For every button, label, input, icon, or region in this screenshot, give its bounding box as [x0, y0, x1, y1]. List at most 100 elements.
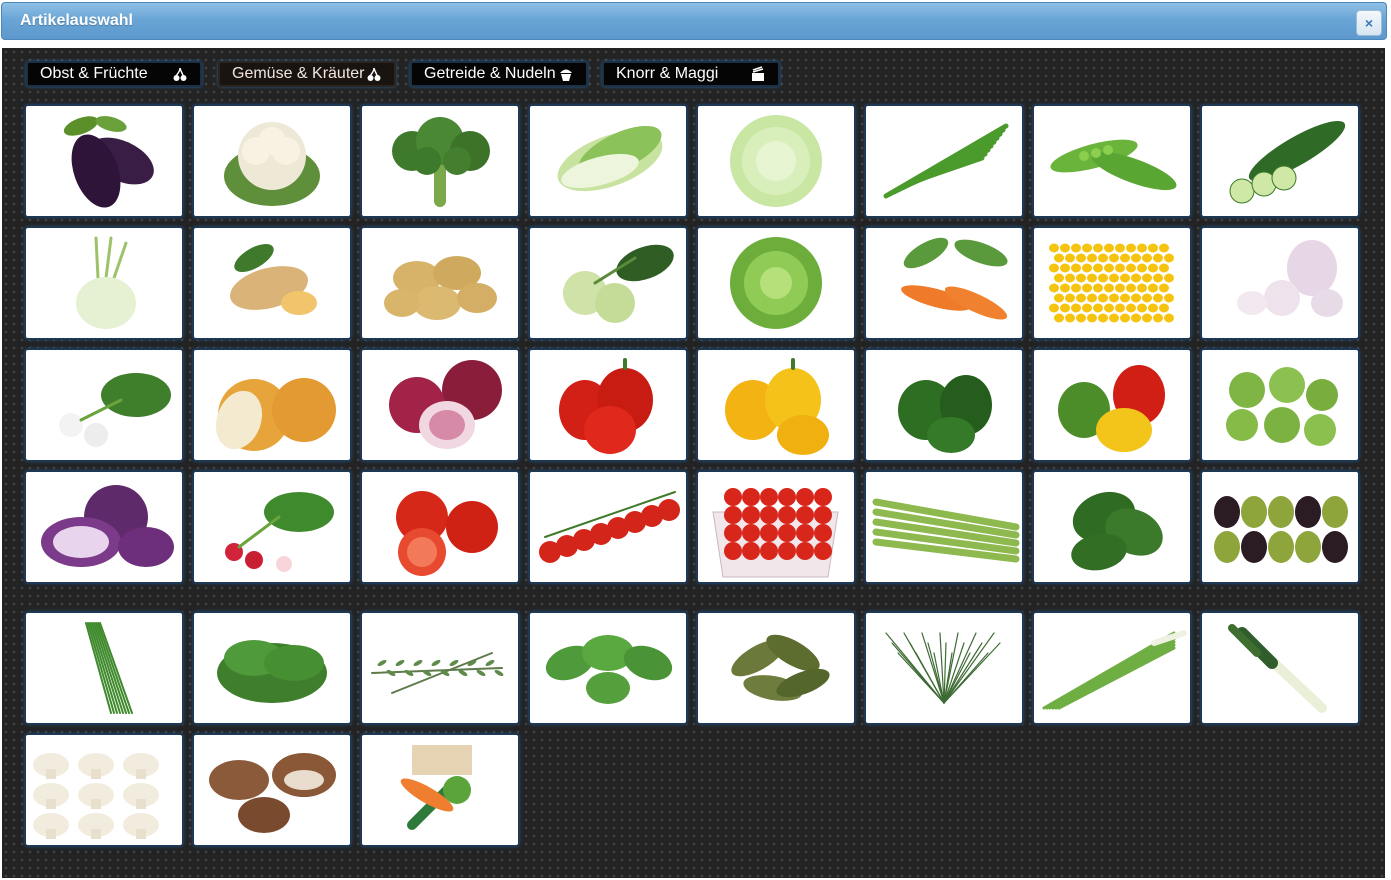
- product-tile-peas[interactable]: [1034, 106, 1190, 216]
- product-tile-spinach[interactable]: [1034, 472, 1190, 582]
- product-tile-green-peppers[interactable]: [866, 350, 1022, 460]
- product-tile-iceberg-lettuce[interactable]: [698, 106, 854, 216]
- product-tile-olives[interactable]: [1202, 472, 1358, 582]
- cherry-icon: [366, 66, 382, 82]
- red-onions-image: [389, 360, 502, 449]
- product-tile-red-peppers[interactable]: [530, 350, 686, 460]
- product-tile-garlic[interactable]: [1202, 228, 1358, 338]
- product-tile-turnips[interactable]: [26, 350, 182, 460]
- product-tile-brown-mushrooms[interactable]: [194, 735, 350, 845]
- spring-onions-image: [1042, 630, 1187, 710]
- product-tile-brussels-sprouts[interactable]: [1202, 350, 1358, 460]
- product-tile-soup-vegetables[interactable]: [362, 735, 518, 845]
- product-tile-red-onions[interactable]: [362, 350, 518, 460]
- product-tile-bay-leaves[interactable]: [698, 613, 854, 723]
- product-tile-mixed-peppers[interactable]: [1034, 350, 1190, 460]
- rosemary-image: [371, 652, 504, 694]
- product-tile-ginger[interactable]: [194, 228, 350, 338]
- cherry-icon: [172, 66, 188, 82]
- close-button[interactable]: ×: [1356, 10, 1382, 36]
- cupcake-icon: [558, 66, 574, 82]
- category-label: Obst & Früchte: [40, 65, 148, 82]
- red-cabbage-image: [41, 485, 174, 567]
- product-tile-radishes[interactable]: [194, 472, 350, 582]
- turnips-image: [59, 373, 171, 447]
- spinach-image: [1071, 491, 1163, 571]
- red-peppers-image: [559, 358, 653, 454]
- green-peppers-image: [898, 375, 992, 453]
- food-bowl-icon: [750, 66, 766, 82]
- product-tile-green-asparagus[interactable]: [866, 472, 1022, 582]
- category-tab-vegetables[interactable]: Gemüse & Kräuter: [218, 61, 396, 87]
- category-tab-knorr-maggi[interactable]: Knorr & Maggi: [602, 61, 780, 87]
- product-tile-fennel[interactable]: [26, 228, 182, 338]
- category-tab-fruit[interactable]: Obst & Früchte: [26, 61, 202, 87]
- product-tile-onions[interactable]: [194, 350, 350, 460]
- product-tile-cherry-tomatoes-vine[interactable]: [530, 472, 686, 582]
- lettuce-image: [730, 237, 822, 329]
- chinese-cabbage-image: [557, 125, 663, 192]
- cherry-tomatoes-vine-image: [539, 491, 680, 563]
- product-tile-kohlrabi[interactable]: [530, 228, 686, 338]
- product-tile-eggplant[interactable]: [26, 106, 182, 216]
- product-tile-cherry-tomatoes-box[interactable]: [698, 472, 854, 582]
- product-tile-kale[interactable]: [194, 613, 350, 723]
- cucumber-image: [1229, 120, 1346, 204]
- corn-image: [1049, 243, 1174, 323]
- product-tile-yellow-peppers[interactable]: [698, 350, 854, 460]
- product-tile-carrots[interactable]: [866, 228, 1022, 338]
- product-tile-rosemary[interactable]: [362, 613, 518, 723]
- soup-vegetables-image: [400, 745, 472, 830]
- cherry-tomatoes-box-image: [712, 488, 839, 578]
- carrots-image: [901, 237, 1008, 320]
- article-selection-dialog: Artikelauswahl × Obst & Früchte Gemüse &…: [0, 0, 1391, 880]
- category-label: Getreide & Nudeln: [424, 65, 556, 82]
- cauliflower-image: [224, 122, 320, 206]
- oregano-image: [545, 635, 673, 704]
- product-tile-red-cabbage[interactable]: [26, 472, 182, 582]
- ginger-image: [230, 244, 317, 315]
- brussels-sprouts-image: [1226, 367, 1338, 446]
- product-tile-corn[interactable]: [1034, 228, 1190, 338]
- product-tile-oregano[interactable]: [530, 613, 686, 723]
- broccoli-image: [392, 117, 490, 207]
- kale-image: [217, 640, 327, 703]
- product-tile-chives[interactable]: [26, 613, 182, 723]
- onions-image: [215, 378, 336, 451]
- product-tile-green-beans[interactable]: [866, 106, 1022, 216]
- yellow-peppers-image: [725, 358, 829, 455]
- olives-image: [1214, 496, 1348, 563]
- product-tile-broccoli[interactable]: [362, 106, 518, 216]
- product-tile-potatoes[interactable]: [362, 228, 518, 338]
- product-grid-area: Obst & Früchte Gemüse & Kräuter Getreide…: [2, 48, 1385, 878]
- dill-image: [885, 632, 1001, 704]
- bay-leaves-image: [731, 634, 830, 701]
- product-tile-dill[interactable]: [866, 613, 1022, 723]
- category-tab-grains[interactable]: Getreide & Nudeln: [410, 61, 588, 87]
- close-icon: ×: [1364, 15, 1374, 31]
- product-tile-cauliflower[interactable]: [194, 106, 350, 216]
- product-tile-spring-onions[interactable]: [1034, 613, 1190, 723]
- chives-image: [85, 622, 133, 714]
- garlic-image: [1237, 240, 1343, 317]
- green-asparagus-image: [872, 498, 1020, 563]
- leek-image: [1228, 624, 1327, 713]
- potatoes-image: [384, 256, 497, 320]
- product-tile-tomatoes[interactable]: [362, 472, 518, 582]
- green-beans-image: [883, 123, 1009, 199]
- tomatoes-image: [396, 491, 498, 576]
- category-label: Knorr & Maggi: [616, 65, 719, 82]
- brown-mushrooms-image: [209, 753, 336, 833]
- dialog-title: Artikelauswahl: [20, 12, 133, 29]
- product-tile-mushrooms[interactable]: [26, 735, 182, 845]
- product-tile-leek[interactable]: [1202, 613, 1358, 723]
- iceberg-lettuce-image: [730, 115, 822, 207]
- mushrooms-image: [33, 753, 159, 839]
- fennel-image: [76, 236, 136, 329]
- product-tile-cucumber[interactable]: [1202, 106, 1358, 216]
- product-tile-chinese-cabbage[interactable]: [530, 106, 686, 216]
- product-tile-lettuce[interactable]: [698, 228, 854, 338]
- dialog-titlebar[interactable]: Artikelauswahl ×: [1, 2, 1387, 40]
- mixed-peppers-image: [1058, 365, 1165, 452]
- radishes-image: [225, 492, 334, 572]
